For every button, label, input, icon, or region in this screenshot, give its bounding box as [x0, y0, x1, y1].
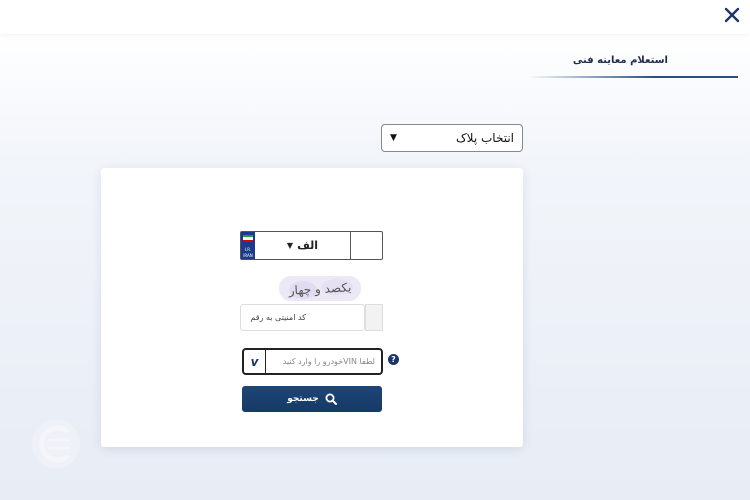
search-button-label: جستجو	[287, 394, 319, 404]
captcha-input[interactable]: کد امنیتی به رقم	[240, 304, 365, 331]
plate-letter-select[interactable]: ▼ الف	[255, 232, 351, 259]
search-icon	[325, 393, 337, 405]
plate-country-text-iran: IRAN	[243, 253, 253, 258]
chevron-down-icon: ▼	[286, 241, 294, 250]
tab-technical-inspection[interactable]: استعلام معاینه فنی	[573, 55, 668, 66]
captcha-refresh[interactable]	[365, 304, 383, 331]
vin-icon: v	[244, 350, 266, 373]
tab-active-indicator	[528, 76, 738, 78]
plate-type-select-value: انتخاب پلاک	[455, 131, 514, 145]
plate-digits-input[interactable]	[351, 232, 382, 259]
top-bar	[0, 0, 750, 34]
chevron-down-icon: ▼	[390, 133, 397, 143]
inquiry-card: I.R. IRAN ▼ الف یکصد و چهار کد امنیتی به…	[101, 168, 523, 447]
plate-type-select[interactable]: ▼ انتخاب پلاک	[381, 124, 523, 152]
close-icon[interactable]	[722, 5, 742, 25]
iran-flag-icon	[243, 235, 253, 242]
search-button[interactable]: جستجو	[242, 386, 382, 412]
iran-plate-band: I.R. IRAN	[241, 232, 255, 259]
vin-input[interactable]: لطفا VINخودرو را وارد کنید	[266, 357, 381, 366]
watermark-logo-icon	[32, 420, 80, 468]
captcha-image: یکصد و چهار	[279, 276, 361, 301]
plate-letter-value: الف	[297, 239, 319, 252]
vin-input-group[interactable]: v لطفا VINخودرو را وارد کنید	[242, 348, 383, 375]
license-plate-input: I.R. IRAN ▼ الف	[240, 231, 383, 260]
plate-country-text: I.R.	[244, 247, 252, 252]
help-icon[interactable]: ?	[388, 354, 399, 365]
